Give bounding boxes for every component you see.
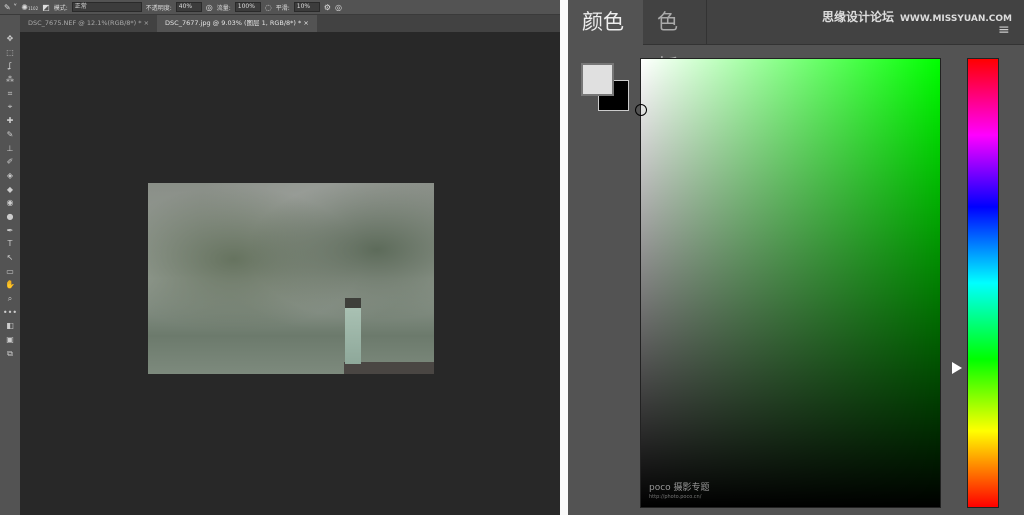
brush-panel-icon[interactable]: ◩ — [42, 3, 50, 12]
smoothing-input[interactable]: 10% — [293, 2, 320, 12]
tool-icon[interactable]: ✐ — [7, 156, 14, 167]
panel-header: 颜色 色板 思缘设计论坛 WWW.MISSYUAN.COM ≡ — [568, 0, 1024, 79]
flow-label: 流量: — [216, 4, 231, 12]
tool-icon[interactable]: ↖ — [7, 252, 14, 263]
tool-icon[interactable]: ✒ — [7, 225, 14, 236]
mode-label: 模式: — [53, 4, 68, 12]
canvas-image[interactable] — [148, 183, 434, 374]
tool-icon[interactable]: ◧ — [6, 320, 14, 331]
panel-menu-icon[interactable]: ≡ — [998, 22, 1014, 38]
tool-icon[interactable]: ✎ — [7, 129, 14, 140]
watermark: 思缘设计论坛 WWW.MISSYUAN.COM — [822, 8, 1012, 25]
opacity-input[interactable]: 40% — [175, 2, 202, 12]
tool-icon[interactable]: ▣ — [6, 334, 14, 345]
flow-input[interactable]: 100% — [234, 2, 261, 12]
doc-tab-2[interactable]: DSC_7677.jpg @ 9.03% (图层 1, RGB/8*) * × — [157, 15, 317, 32]
tab-label: DSC_7675.NEF @ 12.1%(RGB/8*) * — [28, 19, 142, 27]
tool-icon[interactable]: ⌖ — [8, 101, 13, 112]
doc-tab-1[interactable]: DSC_7675.NEF @ 12.1%(RGB/8*) * × — [20, 15, 157, 32]
options-bar: ✎ ˅ ✺1102 ◩ 模式: 正常 不透明度: 40% ◎ 流量: 100% … — [0, 0, 560, 15]
photoshop-window: ✎ ˅ ✺1102 ◩ 模式: 正常 不透明度: 40% ◎ 流量: 100% … — [0, 0, 560, 515]
pressure-opacity-icon[interactable]: ◎ — [206, 3, 213, 12]
hue-slider[interactable] — [967, 58, 999, 508]
gear-icon[interactable]: ⚙ — [324, 3, 331, 12]
airbrush-icon[interactable]: ◌ — [265, 3, 272, 12]
brush-size: 1102 — [27, 5, 39, 11]
watermark-text: 思缘设计论坛 — [821, 10, 894, 24]
tool-icon[interactable]: ◉ — [7, 197, 14, 208]
opacity-label: 不透明度: — [145, 4, 172, 12]
figure-image — [345, 298, 361, 364]
close-icon[interactable]: × — [144, 19, 149, 27]
brush-preset-picker[interactable]: ✺1102 — [21, 3, 38, 12]
tool-icon[interactable]: ▭ — [6, 266, 14, 277]
tab-swatches[interactable]: 色板 — [643, 0, 707, 79]
tab-label: DSC_7677.jpg @ 9.03% (图层 1, RGB/8*) * — [165, 19, 302, 27]
tab-color[interactable]: 颜色 — [568, 0, 643, 45]
color-picker-marker[interactable] — [635, 104, 647, 116]
tool-icon[interactable]: ◈ — [7, 170, 13, 181]
tool-icon[interactable]: ⌗ — [8, 88, 13, 99]
document-tabs: DSC_7675.NEF @ 12.1%(RGB/8*) * × DSC_767… — [20, 15, 560, 32]
foreground-color-swatch[interactable] — [581, 63, 614, 96]
mode-select[interactable]: 正常 — [71, 2, 142, 12]
tool-icon[interactable]: ʆ — [9, 60, 12, 71]
close-icon[interactable]: × — [303, 19, 308, 27]
watermark-url: WWW.MISSYUAN.COM — [899, 14, 1012, 24]
tool-icon[interactable]: ⧉ — [7, 348, 13, 359]
poco-watermark: poco 摄影专题 — [649, 483, 710, 493]
divider — [560, 0, 568, 515]
tool-icon[interactable]: T — [8, 238, 13, 249]
tool-icon[interactable]: ⊥ — [7, 143, 14, 154]
tool-icon[interactable]: ✥ — [7, 33, 14, 44]
tool-icon[interactable]: ✋ — [5, 279, 15, 290]
tool-icon[interactable]: ✚ — [7, 115, 14, 126]
pressure-size-icon[interactable]: ◎ — [335, 3, 342, 12]
tool-icon[interactable]: ⁂ — [6, 74, 14, 85]
poco-url: http://photo.poco.cn/ — [649, 494, 702, 500]
hue-slider-handle[interactable] — [952, 362, 962, 374]
tool-icon[interactable]: ● — [7, 211, 14, 222]
color-panel: 颜色 色板 思缘设计论坛 WWW.MISSYUAN.COM ≡ poco 摄影专题… — [568, 0, 1024, 515]
tool-icon[interactable]: ◆ — [7, 184, 13, 195]
tool-icon[interactable]: ••• — [3, 307, 17, 318]
tool-icon[interactable]: ⬚ — [6, 47, 14, 58]
color-field[interactable]: poco 摄影专题 http://photo.poco.cn/ — [635, 58, 941, 508]
toolbar: ✥ ⬚ ʆ ⁂ ⌗ ⌖ ✚ ✎ ⊥ ✐ ◈ ◆ ◉ ● ✒ T ↖ ▭ ✋ ⌕ ••• ◧ ▣ ⧉ — [0, 15, 20, 515]
tool-icon[interactable]: ⌕ — [8, 293, 12, 304]
brush-tool-icon[interactable]: ✎ ˅ — [4, 3, 17, 12]
smoothing-label: 平滑: — [275, 4, 290, 12]
